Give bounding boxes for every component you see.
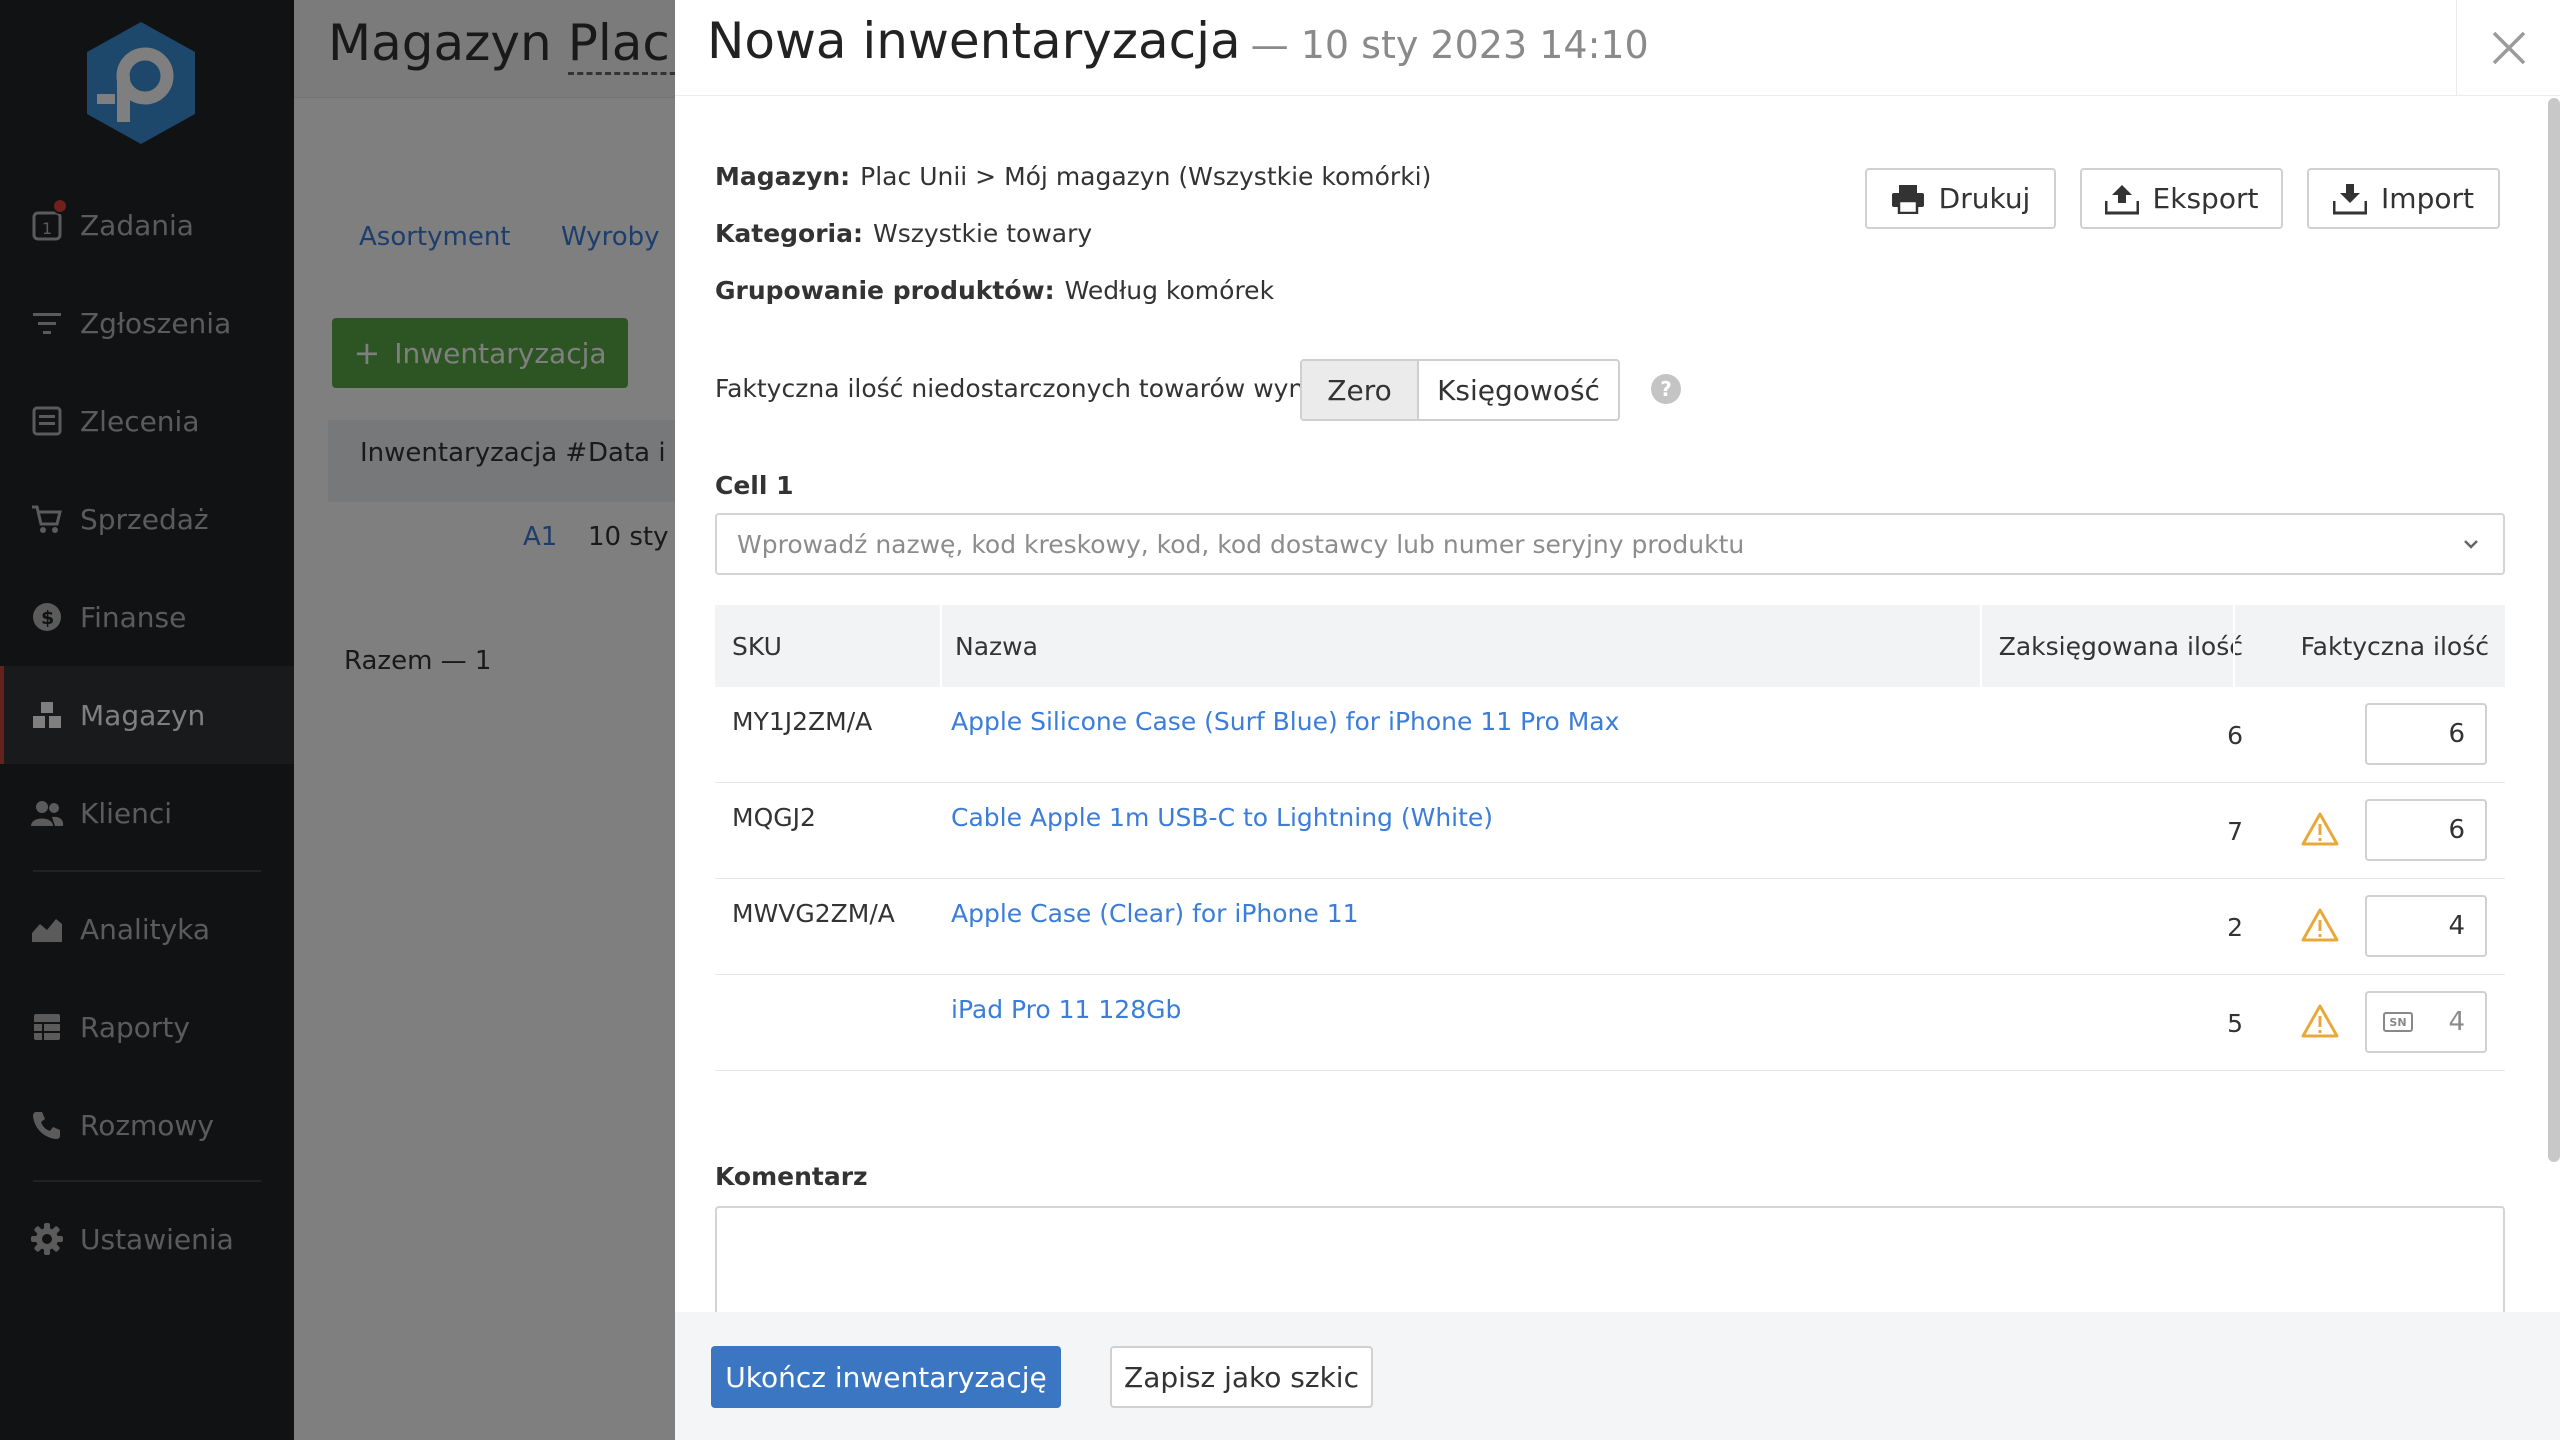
meta-grouping-value: Według komórek: [1064, 276, 1275, 305]
row-product-link[interactable]: Apple Silicone Case (Surf Blue) for iPho…: [951, 707, 1619, 736]
meta-grouping: Grupowanie produktów: Według komórek: [715, 276, 1274, 305]
help-icon[interactable]: ?: [1651, 374, 1681, 404]
meta-warehouse-label: Magazyn:: [715, 162, 851, 191]
import-label: Import: [2381, 182, 2474, 215]
row-product-link[interactable]: Apple Case (Clear) for iPhone 11: [951, 899, 1359, 928]
printer-icon: [1891, 184, 1924, 214]
actual-qty-input[interactable]: 6: [2365, 799, 2487, 861]
th-name: Nazwa: [955, 631, 1038, 661]
column-divider: [2233, 605, 2235, 687]
save-draft-button[interactable]: Zapisz jako szkic: [1110, 1346, 1373, 1408]
export-label: Eksport: [2152, 182, 2259, 215]
th-sku: SKU: [732, 631, 782, 661]
table-row: iPad Pro 11 128Gb 5 SN 4: [715, 975, 2505, 1071]
row-booked-qty: 7: [2227, 817, 2243, 846]
row-booked-qty: 2: [2227, 913, 2243, 942]
undelivered-qty-toggle: Zero Księgowość: [1300, 359, 1620, 421]
th-actual-qty: Faktyczna ilość: [2300, 631, 2489, 661]
serial-number-icon: SN: [2383, 1012, 2413, 1032]
actual-qty-value: 4: [2448, 1007, 2465, 1037]
column-divider: [940, 605, 942, 687]
meta-category: Kategoria: Wszystkie towary: [715, 219, 1092, 248]
row-product-link[interactable]: iPad Pro 11 128Gb: [951, 995, 1181, 1024]
th-booked-qty: Zaksięgowana ilość: [1998, 631, 2243, 661]
warning-icon: [2301, 812, 2339, 846]
export-button[interactable]: Eksport: [2080, 168, 2283, 229]
import-button[interactable]: Import: [2307, 168, 2500, 229]
product-search-field[interactable]: [715, 513, 2505, 575]
product-search-input[interactable]: [737, 515, 2437, 573]
serial-numbers-qty-input[interactable]: SN 4: [2365, 991, 2487, 1053]
warning-icon: [2301, 908, 2339, 942]
close-button[interactable]: [2456, 0, 2560, 96]
chevron-down-icon[interactable]: [2461, 533, 2481, 555]
column-divider: [1980, 605, 1982, 687]
row-sku: MY1J2ZM/A: [732, 707, 873, 736]
table-row: MQGJ2 Cable Apple 1m USB-C to Lightning …: [715, 783, 2505, 879]
meta-warehouse: Magazyn: Plac Unii > Mój magazyn (Wszystk…: [715, 162, 1431, 191]
toggle-option-ksiegowosc[interactable]: Księgowość: [1419, 361, 1618, 419]
row-booked-qty: 6: [2227, 721, 2243, 750]
print-button[interactable]: Drukuj: [1865, 168, 2056, 229]
meta-category-value: Wszystkie towary: [873, 219, 1093, 248]
finish-inventory-button[interactable]: Ukończ inwentaryzację: [711, 1346, 1061, 1408]
warning-icon: [2301, 1004, 2339, 1038]
modal-title-text: Nowa inwentaryzacja: [707, 12, 1241, 70]
modal-header: Nowa inwentaryzacja — 10 sty 2023 14:10: [675, 0, 2560, 96]
comment-label: Komentarz: [715, 1162, 868, 1191]
meta-category-label: Kategoria:: [715, 219, 863, 248]
meta-warehouse-value: Plac Unii > Mój magazyn (Wszystkie komór…: [860, 162, 1432, 191]
modal-date: — 10 sty 2023 14:10: [1250, 23, 1649, 67]
print-label: Drukuj: [1938, 182, 2031, 215]
upload-icon: [2104, 184, 2139, 214]
download-icon: [2333, 183, 2368, 214]
toggle-option-zero[interactable]: Zero: [1302, 361, 1419, 419]
table-row: MY1J2ZM/A Apple Silicone Case (Surf Blue…: [715, 687, 2505, 783]
modal-footer: Ukończ inwentaryzację Zapisz jako szkic: [675, 1312, 2560, 1440]
meta-grouping-label: Grupowanie produktów:: [715, 276, 1055, 305]
row-booked-qty: 5: [2227, 1009, 2243, 1038]
cell-label: Cell 1: [715, 471, 794, 500]
close-icon: [2492, 31, 2525, 65]
undelivered-qty-label: Faktyczna ilość niedostarczonych towarów…: [715, 374, 1340, 403]
scrollbar[interactable]: [2548, 98, 2560, 1162]
row-sku: MQGJ2: [732, 803, 816, 832]
products-table-header: SKU Nazwa Zaksięgowana ilość Faktyczna i…: [715, 605, 2505, 687]
row-product-link[interactable]: Cable Apple 1m USB-C to Lightning (White…: [951, 803, 1493, 832]
inventory-modal: Nowa inwentaryzacja — 10 sty 2023 14:10 M…: [675, 0, 2560, 1440]
actual-qty-input[interactable]: 4: [2365, 895, 2487, 957]
table-row: MWVG2ZM/A Apple Case (Clear) for iPhone …: [715, 879, 2505, 975]
modal-title: Nowa inwentaryzacja — 10 sty 2023 14:10: [707, 12, 1649, 70]
row-sku: MWVG2ZM/A: [732, 899, 895, 928]
actual-qty-input[interactable]: 6: [2365, 703, 2487, 765]
